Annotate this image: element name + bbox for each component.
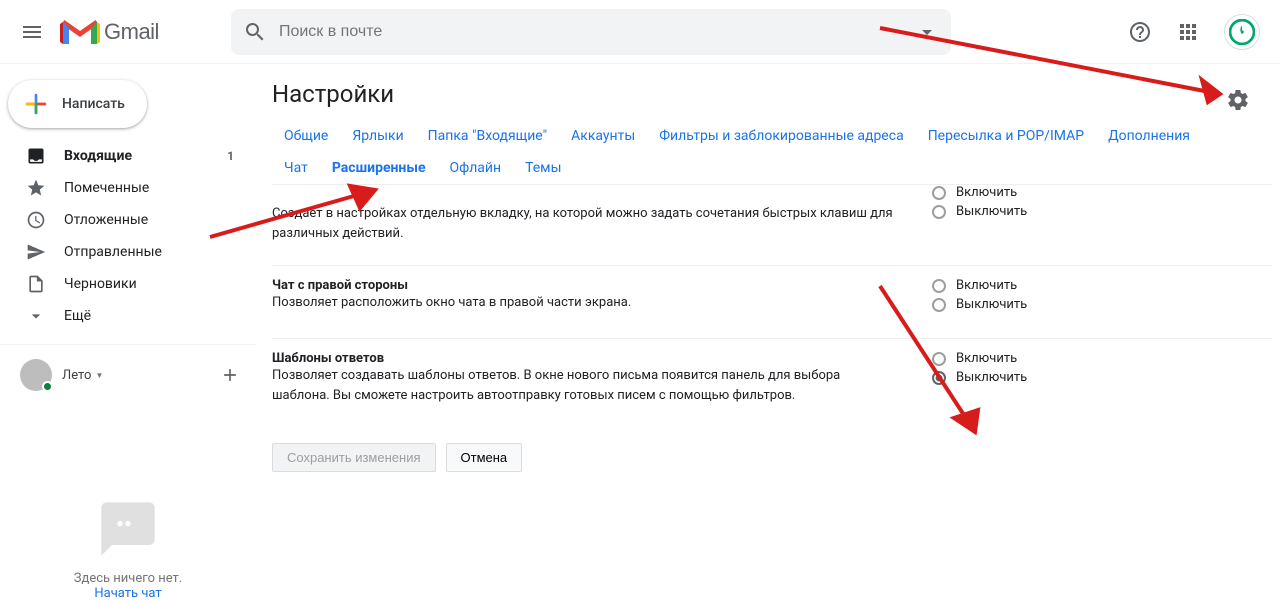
page-title: Настройки (272, 80, 1272, 108)
dropdown-caret-icon: ▼ (95, 371, 103, 380)
tab-accounts[interactable]: Аккаунты (559, 120, 647, 152)
sidebar-item-snoozed[interactable]: Отложенные (0, 204, 256, 236)
send-icon (26, 242, 46, 262)
compose-button[interactable]: Написать (8, 80, 147, 128)
radio-disable[interactable] (932, 371, 946, 385)
file-icon (26, 274, 46, 294)
radio-enable[interactable] (932, 279, 946, 293)
radio-enable[interactable] (932, 352, 946, 366)
setting-custom-shortcuts: Пользовательские быстрые клавиши Создает… (272, 185, 1272, 266)
hangouts-avatar (20, 359, 52, 391)
gmail-icon (60, 16, 100, 48)
search-icon (243, 20, 267, 44)
setting-controls: Включить Выключить (932, 185, 1212, 243)
start-chat-link[interactable]: Начать чат (0, 586, 256, 601)
sidebar-item-inbox[interactable]: Входящие 1 (0, 140, 256, 172)
radio-enable[interactable] (932, 186, 946, 200)
sidebar-item-label: Отложенные (64, 212, 148, 228)
quote-bubble-icon (96, 497, 160, 561)
action-row: Сохранить изменения Отмена (272, 443, 1272, 472)
sidebar: Написать Входящие 1 Помеченные Отложенны… (0, 64, 256, 579)
inbox-icon (26, 146, 46, 166)
avatar-icon (1229, 19, 1255, 45)
presence-dot (42, 381, 53, 392)
hangouts-user-row[interactable]: Лето ▼ (0, 353, 256, 397)
apps-grid-icon (1176, 20, 1200, 44)
gear-icon (1226, 88, 1250, 112)
help-button[interactable] (1120, 12, 1160, 52)
main-content: Настройки Общие Ярлыки Папка "Входящие" … (256, 64, 1280, 579)
setting-title: Шаблоны ответов (272, 351, 900, 366)
search-options-icon[interactable] (915, 20, 939, 44)
cancel-button[interactable]: Отмена (446, 443, 523, 472)
setting-controls: Включить Выключить (932, 351, 1212, 405)
sidebar-item-label: Входящие (64, 148, 132, 164)
setting-desc: Позволяет создавать шаблоны ответов. В о… (272, 366, 900, 405)
sidebar-item-sent[interactable]: Отправленные (0, 236, 256, 268)
sidebar-item-label: Черновики (64, 276, 137, 292)
radio-label-enable: Включить (956, 185, 1017, 200)
tab-themes[interactable]: Темы (513, 152, 573, 184)
setting-desc: Позволяет расположить окно чата в правой… (272, 293, 900, 313)
clock-icon (26, 210, 46, 230)
tab-forwarding[interactable]: Пересылка и POP/IMAP (916, 120, 1096, 152)
chevron-down-icon (26, 306, 46, 326)
hangouts-panel: Лето ▼ Здесь ничего нет. Начать чат (0, 344, 256, 601)
sidebar-nav: Входящие 1 Помеченные Отложенные Отправл… (0, 140, 256, 332)
plus-icon (220, 365, 240, 385)
help-icon (1128, 20, 1152, 44)
radio-label-disable: Выключить (956, 204, 1027, 219)
compose-plus-icon (20, 88, 52, 120)
setting-controls: Включить Выключить (932, 278, 1212, 316)
setting-title: Чат с правой стороны (272, 278, 900, 293)
tab-addons[interactable]: Дополнения (1096, 120, 1202, 152)
tab-inbox[interactable]: Папка "Входящие" (416, 120, 559, 152)
search-input[interactable] (279, 23, 915, 41)
sidebar-item-label: Ещё (64, 308, 91, 324)
tab-general[interactable]: Общие (272, 120, 340, 152)
header-actions (1120, 12, 1272, 52)
radio-label-disable: Выключить (956, 370, 1027, 385)
sidebar-item-label: Помеченные (64, 180, 149, 196)
apps-button[interactable] (1168, 12, 1208, 52)
hamburger-icon (20, 20, 44, 44)
setting-desc: Создает в настройках отдельную вкладку, … (272, 204, 900, 243)
tab-labels[interactable]: Ярлыки (340, 120, 415, 152)
radio-label-enable: Включить (956, 278, 1017, 293)
radio-disable[interactable] (932, 298, 946, 312)
hangouts-username: Лето (62, 368, 91, 383)
tab-filters[interactable]: Фильтры и заблокированные адреса (647, 120, 915, 152)
save-button[interactable]: Сохранить изменения (272, 443, 436, 472)
radio-label-enable: Включить (956, 351, 1017, 366)
radio-disable[interactable] (932, 205, 946, 219)
inbox-badge: 1 (227, 149, 244, 163)
gmail-logo[interactable]: Gmail (60, 16, 159, 48)
gmail-wordmark: Gmail (104, 19, 159, 45)
tab-offline[interactable]: Офлайн (438, 152, 514, 184)
sidebar-item-drafts[interactable]: Черновики (0, 268, 256, 300)
app-header: Gmail (0, 0, 1280, 64)
new-chat-button[interactable] (216, 361, 244, 389)
setting-right-chat: Чат с правой стороны Позволяет расположи… (272, 266, 1272, 339)
sidebar-item-starred[interactable]: Помеченные (0, 172, 256, 204)
star-icon (26, 178, 46, 198)
main-menu-button[interactable] (8, 8, 56, 56)
sidebar-item-more[interactable]: Ещё (0, 300, 256, 332)
tab-advanced[interactable]: Расширенные (320, 152, 438, 184)
setting-templates: Шаблоны ответов Позволяет создавать шабл… (272, 339, 1272, 427)
settings-list: Пользовательские быстрые клавиши Создает… (272, 185, 1272, 545)
compose-label: Написать (62, 96, 125, 112)
sidebar-item-label: Отправленные (64, 244, 162, 260)
radio-label-disable: Выключить (956, 297, 1027, 312)
settings-tabs: Общие Ярлыки Папка "Входящие" Аккаунты Ф… (272, 120, 1272, 185)
hangouts-empty: Здесь ничего нет. Начать чат (0, 497, 256, 601)
settings-button[interactable] (1218, 80, 1258, 120)
account-avatar[interactable] (1224, 14, 1260, 50)
tab-chat[interactable]: Чат (272, 152, 320, 184)
search-box[interactable] (231, 9, 951, 55)
search-container (231, 9, 951, 55)
